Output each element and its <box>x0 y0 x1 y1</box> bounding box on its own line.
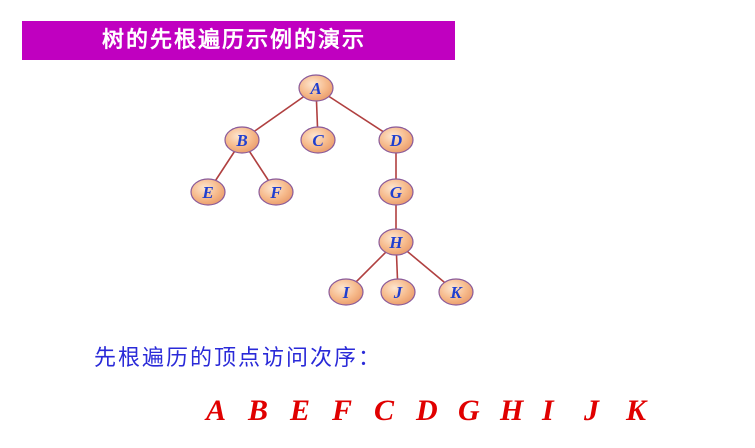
node-label: D <box>389 131 402 150</box>
tree-node-J: J <box>380 278 416 306</box>
tree-node-F: F <box>258 178 294 206</box>
tree-node-E: E <box>190 178 226 206</box>
sequence-item: B <box>248 394 269 427</box>
sequence-item: A <box>206 394 227 427</box>
sequence-item: I <box>542 394 554 427</box>
node-label: K <box>449 283 463 302</box>
sequence-item: J <box>584 394 599 427</box>
tree-node-G: G <box>378 178 414 206</box>
sequence-item: C <box>374 394 395 427</box>
sequence-item: K <box>626 394 647 427</box>
node-label: E <box>201 183 213 202</box>
node-label: H <box>388 233 403 252</box>
sequence-item: G <box>458 394 480 427</box>
tree-diagram: A B C D E F G H I J K <box>190 74 474 306</box>
tree-node-K: K <box>438 278 474 306</box>
tree-node-B: B <box>224 126 260 154</box>
sequence-item: H <box>500 394 524 427</box>
tree-edges <box>207 87 457 293</box>
traversal-caption: 先根遍历的顶点访问次序： <box>94 346 383 371</box>
tree-node-H: H <box>378 228 414 256</box>
node-label: A <box>309 79 321 98</box>
tree-node-D: D <box>378 126 414 154</box>
sequence-item: D <box>416 394 438 427</box>
traversal-sequence: ABEFCDGHIJK <box>206 394 668 434</box>
node-label: G <box>390 183 403 202</box>
sequence-item: F <box>332 394 353 427</box>
tree-node-I: I <box>328 278 364 306</box>
node-label: B <box>235 131 247 150</box>
node-label: C <box>312 131 324 150</box>
sequence-item: E <box>290 394 311 427</box>
tree-node-C: C <box>300 126 336 154</box>
node-label: F <box>269 183 282 202</box>
tree-node-A: A <box>298 74 334 102</box>
node-label: J <box>393 283 403 302</box>
